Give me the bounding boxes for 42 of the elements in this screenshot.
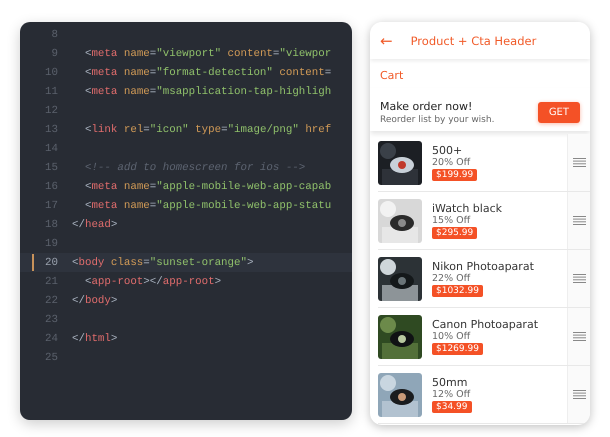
cart-item[interactable]: iWatch black 15% Off $295.99 — [378, 192, 590, 250]
code-line: <!-- add to homescreen for ios --> — [84, 162, 306, 174]
code-line: <app-root></app-root> — [84, 276, 222, 288]
discount-text: 20% Off — [432, 157, 470, 168]
discount-text: 12% Off — [432, 389, 470, 400]
cart-item[interactable]: 50mm 12% Off $34.99 — [378, 366, 590, 424]
discount-text: 10% Off — [432, 331, 470, 342]
drag-handle-icon[interactable] — [572, 390, 586, 399]
product-name: 50mm — [432, 376, 468, 389]
drag-handle-icon[interactable] — [572, 274, 586, 283]
code-line: <meta name="msapplication-tap-highligh — [84, 86, 332, 98]
price-tag: $295.99 — [432, 227, 478, 239]
code-line: </head> — [72, 218, 118, 230]
drag-handle-icon[interactable] — [572, 216, 586, 225]
code-line: </body> — [72, 294, 118, 306]
section-title: Cart — [379, 68, 404, 84]
code-line: <meta name="apple-mobile-web-app-statu — [84, 200, 332, 212]
product-name: 500+ — [432, 144, 462, 157]
drag-handle-icon[interactable] — [572, 332, 586, 341]
product-name: Canon Photoaparat — [432, 318, 538, 331]
price-tag: $199.99 — [432, 169, 478, 181]
drag-handle-icon[interactable] — [572, 158, 586, 167]
line-number: 20 — [44, 256, 58, 268]
product-name: Nikon Photoaparat — [432, 260, 534, 273]
price-tag: $34.99 — [432, 401, 472, 413]
code-line: <meta name="format-detection" content= — [84, 66, 332, 78]
code-line: <meta name="viewport" content="viewpor — [84, 48, 332, 60]
product-name: iWatch black — [432, 202, 502, 215]
cart-item[interactable]: Canon Photoaparat 10% Off $1269.99 — [378, 308, 590, 366]
banner-title: Make order now! — [380, 100, 474, 113]
code-line: <body class="sunset-orange"> — [72, 256, 254, 268]
header-title: Product + Cta Header — [410, 34, 536, 48]
discount-text: 22% Off — [432, 273, 470, 284]
cart-item[interactable]: Nikon Photoaparat 22% Off $1032.99 — [378, 250, 590, 308]
price-tag: $1032.99 — [432, 285, 483, 297]
banner-subtitle: Reorder list by your wish. — [380, 115, 494, 125]
code-line: </html> — [72, 332, 118, 344]
code-line: <meta name="apple-mobile-web-app-capab — [84, 180, 332, 192]
code-line: <link rel="icon" type="image/png" href — [84, 124, 332, 136]
cart-item[interactable]: 500+ 20% Off $199.99 — [378, 134, 590, 192]
discount-text: 15% Off — [432, 215, 470, 226]
price-tag: $1269.99 — [432, 343, 483, 355]
